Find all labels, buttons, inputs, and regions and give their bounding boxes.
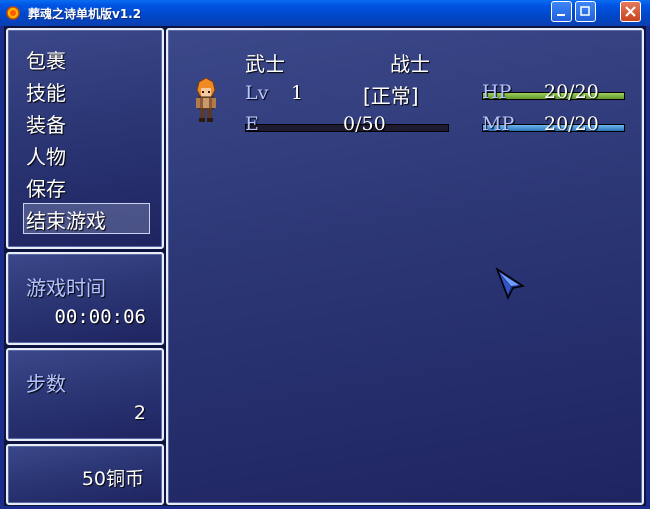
character-name: 武士 — [245, 52, 285, 76]
character-class: 战士 — [390, 52, 430, 76]
party-status-window: 武士 战士 Lv 1 [正常] HP 20/20 E 0/50 MP 20/20 — [166, 28, 644, 505]
cursor-arrow-icon — [495, 267, 525, 300]
app-icon — [6, 6, 20, 20]
playtime-label: 游戏时间 — [26, 276, 106, 300]
status-condition: [正常] — [363, 84, 419, 108]
exp-value: 0/50 — [343, 113, 386, 135]
menu-item-skills[interactable]: 技能 — [26, 81, 66, 105]
mp-label: MP — [482, 113, 515, 135]
exp-label: E — [245, 113, 259, 135]
minimize-button[interactable] — [551, 1, 572, 22]
hp-value: 20/20 — [544, 81, 599, 103]
steps-window: 步数 2 — [6, 348, 164, 441]
mp-value: 20/20 — [544, 113, 599, 135]
menu-item-equipment[interactable]: 装备 — [26, 113, 66, 137]
menu-item-save[interactable]: 保存 — [26, 177, 66, 201]
level-label: Lv — [245, 82, 269, 104]
window-title: 葬魂之诗单机版v1.2 — [28, 7, 142, 21]
gold-window: 50铜币 — [6, 444, 164, 505]
level-value: 1 — [291, 82, 304, 104]
playtime-window: 游戏时间 00:00:06 — [6, 252, 164, 345]
steps-value: 2 — [133, 402, 146, 424]
menu-item-inventory[interactable]: 包裹 — [26, 49, 66, 73]
menu-item-status[interactable]: 人物 — [26, 145, 66, 169]
menu-item-end-game[interactable]: 结束游戏 — [26, 209, 106, 233]
command-menu-window: 包裹 技能 装备 人物 保存 结束游戏 — [6, 28, 164, 249]
restore-button[interactable] — [575, 1, 596, 22]
playtime-value: 00:00:06 — [54, 306, 146, 328]
game-screen: 包裹 技能 装备 人物 保存 结束游戏 游戏时间 00:00:06 步数 2 5… — [4, 26, 646, 506]
steps-label: 步数 — [26, 372, 66, 396]
minimize-icon — [557, 14, 565, 16]
close-button[interactable] — [620, 1, 641, 22]
gold-value: 50铜币 — [81, 468, 144, 490]
restore-icon — [580, 6, 590, 16]
close-icon — [625, 6, 636, 17]
title-bar[interactable]: 葬魂之诗单机版v1.2 — [0, 0, 650, 26]
hp-label: HP — [482, 81, 512, 103]
character-sprite-icon[interactable] — [192, 78, 220, 124]
